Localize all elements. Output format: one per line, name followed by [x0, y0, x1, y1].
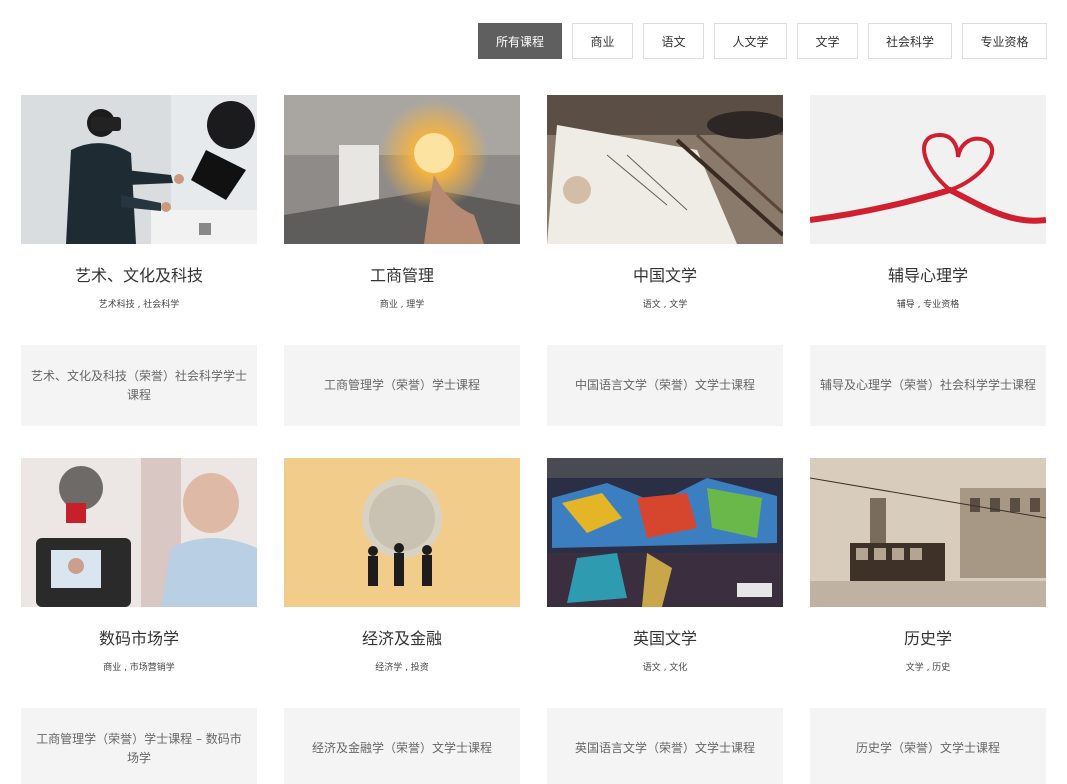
- course-tags: 经济学 , 投资: [375, 663, 429, 673]
- course-title: 历史学: [903, 629, 952, 648]
- filter-social-science[interactable]: 社会科学: [868, 23, 952, 59]
- course-title: 中国文学: [632, 266, 697, 285]
- course-filter-bar: 所有课程 商业 语文 人文学 文学 社会科学 专业资格: [478, 23, 1047, 59]
- course-link[interactable]: 艺术、文化及科技（荣誉）社会科学学士课程: [21, 345, 257, 426]
- course-title: 辅导心理学: [887, 266, 968, 285]
- tram-street-photo[interactable]: [810, 458, 1046, 607]
- vr-headset-photo[interactable]: [21, 95, 257, 244]
- course-tags: 艺术科技 , 社会科学: [98, 300, 180, 310]
- course-card: 历史学 文学 , 历史 历史学（荣誉）文学士课程: [810, 458, 1046, 784]
- filter-professional-qualification[interactable]: 专业资格: [962, 23, 1047, 59]
- course-row: 数码市场学 商业 , 市场营销学 工商管理学（荣誉）学士课程 – 数码市场学 经: [21, 458, 1047, 784]
- ribbon-heart-photo[interactable]: [810, 95, 1046, 244]
- course-card: 艺术、文化及科技 艺术科技 , 社会科学 艺术、文化及科技（荣誉）社会科学学士课…: [21, 95, 257, 426]
- filter-business[interactable]: 商业: [572, 23, 633, 59]
- course-card: 工商管理 商业 , 理学 工商管理学（荣誉）学士课程: [284, 95, 520, 426]
- course-card: 英国文学 语文 , 文化 英国语言文学（荣誉）文学士课程: [547, 458, 783, 784]
- course-link[interactable]: 中国语言文学（荣誉）文学士课程: [547, 345, 783, 426]
- course-title: 工商管理: [369, 266, 434, 285]
- course-tags: 商业 , 市场营销学: [103, 663, 175, 673]
- course-tags: 语文 , 文学: [642, 300, 688, 310]
- course-card: 中国文学 语文 , 文学 中国语言文学（荣誉）文学士课程: [547, 95, 783, 426]
- vlogger-camera-photo[interactable]: [21, 458, 257, 607]
- course-link[interactable]: 英国语言文学（荣誉）文学士课程: [547, 708, 783, 784]
- filter-language[interactable]: 语文: [643, 23, 704, 59]
- course-title: 数码市场学: [98, 629, 179, 648]
- course-link[interactable]: 工商管理学（荣誉）学士课程 – 数码市场学: [21, 708, 257, 784]
- course-link[interactable]: 历史学（荣誉）文学士课程: [810, 708, 1046, 784]
- lightbulb-photo[interactable]: [284, 95, 520, 244]
- course-title: 艺术、文化及科技: [74, 266, 203, 285]
- course-card: 辅导心理学 辅导 , 专业资格 辅导及心理学（荣誉）社会科学学士课程: [810, 95, 1046, 426]
- course-tags: 辅导 , 专业资格: [896, 300, 960, 310]
- coin-figures-photo[interactable]: [284, 458, 520, 607]
- course-tags: 文学 , 历史: [905, 663, 951, 673]
- filter-all-courses[interactable]: 所有课程: [478, 23, 562, 59]
- course-grid: 艺术、文化及科技 艺术科技 , 社会科学 艺术、文化及科技（荣誉）社会科学学士课…: [21, 95, 1047, 784]
- course-row: 艺术、文化及科技 艺术科技 , 社会科学 艺术、文化及科技（荣誉）社会科学学士课…: [21, 95, 1047, 426]
- filter-humanities[interactable]: 人文学: [714, 23, 787, 59]
- course-link[interactable]: 工商管理学（荣誉）学士课程: [284, 345, 520, 426]
- calligraphy-photo[interactable]: [547, 95, 783, 244]
- course-link[interactable]: 辅导及心理学（荣誉）社会科学学士课程: [810, 345, 1046, 426]
- filter-literature[interactable]: 文学: [797, 23, 858, 59]
- course-link[interactable]: 经济及金融学（荣誉）文学士课程: [284, 708, 520, 784]
- course-card: 经济及金融 经济学 , 投资 经济及金融学（荣誉）文学士课程: [284, 458, 520, 784]
- course-title: 英国文学: [632, 629, 697, 648]
- course-title: 经济及金融: [361, 629, 442, 648]
- course-tags: 语文 , 文化: [642, 663, 688, 673]
- graffiti-photo[interactable]: [547, 458, 783, 607]
- course-tags: 商业 , 理学: [379, 300, 425, 310]
- course-card: 数码市场学 商业 , 市场营销学 工商管理学（荣誉）学士课程 – 数码市场学: [21, 458, 257, 784]
